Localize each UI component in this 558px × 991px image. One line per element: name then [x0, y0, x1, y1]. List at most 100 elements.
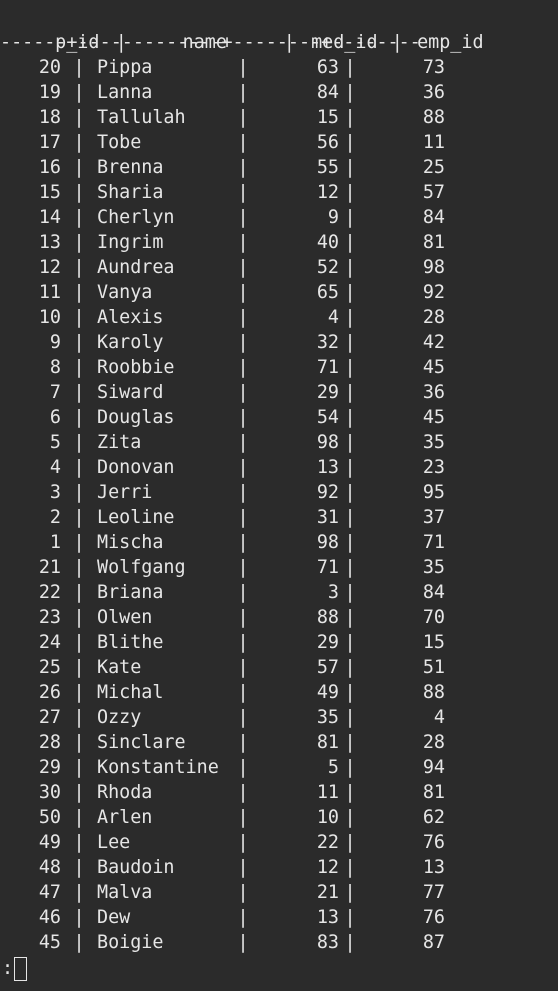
column-divider: | — [237, 932, 249, 953]
cell-med-id: 12 — [316, 857, 339, 878]
column-divider: | — [73, 557, 85, 578]
column-divider: | — [344, 857, 356, 878]
column-divider: | — [237, 682, 249, 703]
cell-emp-id: 88 — [422, 682, 445, 703]
cell-p-id: 17 — [38, 132, 61, 153]
column-divider: | — [73, 207, 85, 228]
pager-prompt[interactable]: : — [2, 955, 28, 983]
cell-emp-id: 4 — [433, 707, 445, 728]
column-divider: | — [73, 282, 85, 303]
column-divider: | — [73, 382, 85, 403]
column-divider: | — [237, 582, 249, 603]
column-divider: | — [237, 257, 249, 278]
column-divider: | — [344, 657, 356, 678]
column-divider: | — [344, 207, 356, 228]
cell-name: Tobe — [97, 132, 142, 153]
column-divider: | — [344, 582, 356, 603]
column-divider: | — [73, 757, 85, 778]
cell-med-id: 88 — [316, 607, 339, 628]
column-divider: | — [344, 932, 356, 953]
column-divider: | — [237, 57, 249, 78]
table-row: 48 | Baudoin | 12 | 13 — [0, 855, 558, 880]
column-divider: | — [73, 507, 85, 528]
cell-med-id: 15 — [316, 107, 339, 128]
cell-emp-id: 15 — [422, 632, 445, 653]
table-row: 19 | Lanna | 84 | 36 — [0, 80, 558, 105]
column-divider: | — [73, 457, 85, 478]
cell-med-id: 40 — [316, 232, 339, 253]
column-divider: | — [344, 757, 356, 778]
column-divider: | — [344, 132, 356, 153]
cell-name: Rhoda — [97, 782, 153, 803]
column-divider: | — [237, 532, 249, 553]
column-divider: | — [237, 632, 249, 653]
column-divider: | — [237, 782, 249, 803]
cell-p-id: 50 — [38, 807, 61, 828]
column-divider: | — [344, 107, 356, 128]
cell-name: Lee — [97, 832, 131, 853]
cell-med-id: 92 — [316, 482, 339, 503]
cell-p-id: 2 — [49, 507, 61, 528]
table-row: 50 | Arlen | 10 | 62 — [0, 805, 558, 830]
cell-emp-id: 35 — [422, 432, 445, 453]
cell-emp-id: 11 — [422, 132, 445, 153]
cell-emp-id: 45 — [422, 357, 445, 378]
cell-p-id: 47 — [38, 882, 61, 903]
column-divider: | — [237, 157, 249, 178]
table-row: 22 | Briana | 3 | 84 — [0, 580, 558, 605]
column-divider: | — [344, 557, 356, 578]
cell-med-id: 22 — [316, 832, 339, 853]
column-divider: | — [73, 657, 85, 678]
cell-p-id: 21 — [38, 557, 61, 578]
column-divider: | — [73, 932, 85, 953]
table-row: 20 | Pippa | 63 | 73 — [0, 55, 558, 80]
cell-p-id: 16 — [38, 157, 61, 178]
column-divider: | — [73, 107, 85, 128]
column-divider: | — [237, 207, 249, 228]
column-divider: | — [73, 607, 85, 628]
column-divider: | — [344, 782, 356, 803]
cell-med-id: 54 — [316, 407, 339, 428]
cell-name: Vanya — [97, 282, 153, 303]
cell-med-id: 3 — [327, 582, 339, 603]
cell-p-id: 1 — [49, 532, 61, 553]
cell-emp-id: 62 — [422, 807, 445, 828]
table-row: 18 | Tallulah | 15 | 88 — [0, 105, 558, 130]
cell-med-id: 29 — [316, 382, 339, 403]
cell-name: Ozzy — [97, 707, 142, 728]
prompt-colon: : — [2, 958, 14, 979]
cell-med-id: 12 — [316, 182, 339, 203]
column-divider: | — [344, 307, 356, 328]
table-row: 2 | Leoline | 31 | 37 — [0, 505, 558, 530]
cell-med-id: 57 — [316, 657, 339, 678]
column-divider: | — [73, 182, 85, 203]
cell-p-id: 30 — [38, 782, 61, 803]
table-row: 7 | Siward | 29 | 36 — [0, 380, 558, 405]
cell-med-id: 29 — [316, 632, 339, 653]
terminal-output: p_id | name | med_id | emp_id ------+---------… — [0, 5, 558, 955]
text-cursor — [14, 957, 28, 981]
table-row: 21 | Wolfgang | 71 | 35 — [0, 555, 558, 580]
column-divider: | — [73, 532, 85, 553]
column-divider: | — [237, 732, 249, 753]
table-row: 46 | Dew | 13 | 76 — [0, 905, 558, 930]
table-row: 14 | Cherlyn | 9 | 84 — [0, 205, 558, 230]
cell-p-id: 46 — [38, 907, 61, 928]
column-divider: | — [73, 57, 85, 78]
cell-p-id: 8 — [49, 357, 61, 378]
column-divider: | — [344, 882, 356, 903]
cell-name: Baudoin — [97, 857, 175, 878]
column-divider: | — [73, 682, 85, 703]
cell-emp-id: 23 — [422, 457, 445, 478]
cell-med-id: 52 — [316, 257, 339, 278]
column-divider: | — [344, 907, 356, 928]
column-divider: | — [73, 482, 85, 503]
cell-med-id: 71 — [316, 357, 339, 378]
cell-med-id: 13 — [316, 457, 339, 478]
cell-name: Siward — [97, 382, 164, 403]
cell-p-id: 14 — [38, 207, 61, 228]
column-divider: | — [237, 432, 249, 453]
cell-med-id: 4 — [327, 307, 339, 328]
column-divider: | — [73, 582, 85, 603]
table-row: 47 | Malva | 21 | 77 — [0, 880, 558, 905]
